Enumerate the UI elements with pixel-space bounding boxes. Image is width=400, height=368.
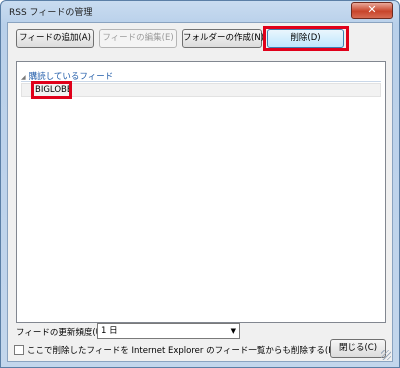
feed-name: BIGLOBE <box>35 85 73 95</box>
window-title: RSS フィードの管理 <box>9 8 93 18</box>
edit-feed-button[interactable]: フィードの編集(E) <box>99 29 177 48</box>
create-folder-button[interactable]: フォルダーの作成(N) <box>182 29 264 48</box>
dialog-body: フィードの追加(A) フィードの編集(E) フォルダーの作成(N) 削除(D) … <box>7 22 393 362</box>
title-bar[interactable]: RSS フィードの管理 ✕ <box>1 1 399 23</box>
update-frequency-label: フィードの更新頻度(U): <box>16 328 109 338</box>
resize-grip[interactable] <box>381 350 391 360</box>
add-feed-button[interactable]: フィードの追加(A) <box>16 29 94 48</box>
rss-feed-manager-window: RSS フィードの管理 ✕ フィードの追加(A) フィードの編集(E) フォルダ… <box>0 0 400 368</box>
delete-from-ie-label[interactable]: ここで削除したフィードを Internet Explorer のフィード一覧から… <box>27 344 336 356</box>
update-frequency-value: 1 日 <box>101 326 118 336</box>
dropdown-arrow-icon[interactable]: ▼ <box>231 324 236 338</box>
delete-button[interactable]: 削除(D) <box>267 29 344 48</box>
close-button[interactable]: 閉じる(C) <box>330 339 386 358</box>
collapse-triangle-icon[interactable]: ◢ <box>21 74 26 81</box>
delete-from-ie-checkbox[interactable] <box>14 345 24 355</box>
list-item[interactable]: BIGLOBE <box>21 83 381 97</box>
update-frequency-select[interactable]: 1 日 ▼ <box>97 323 240 339</box>
group-divider <box>21 81 381 82</box>
window-close-button[interactable]: ✕ <box>351 2 393 19</box>
feed-list[interactable]: ◢ 購読しているフィード BIGLOBE <box>16 61 386 323</box>
